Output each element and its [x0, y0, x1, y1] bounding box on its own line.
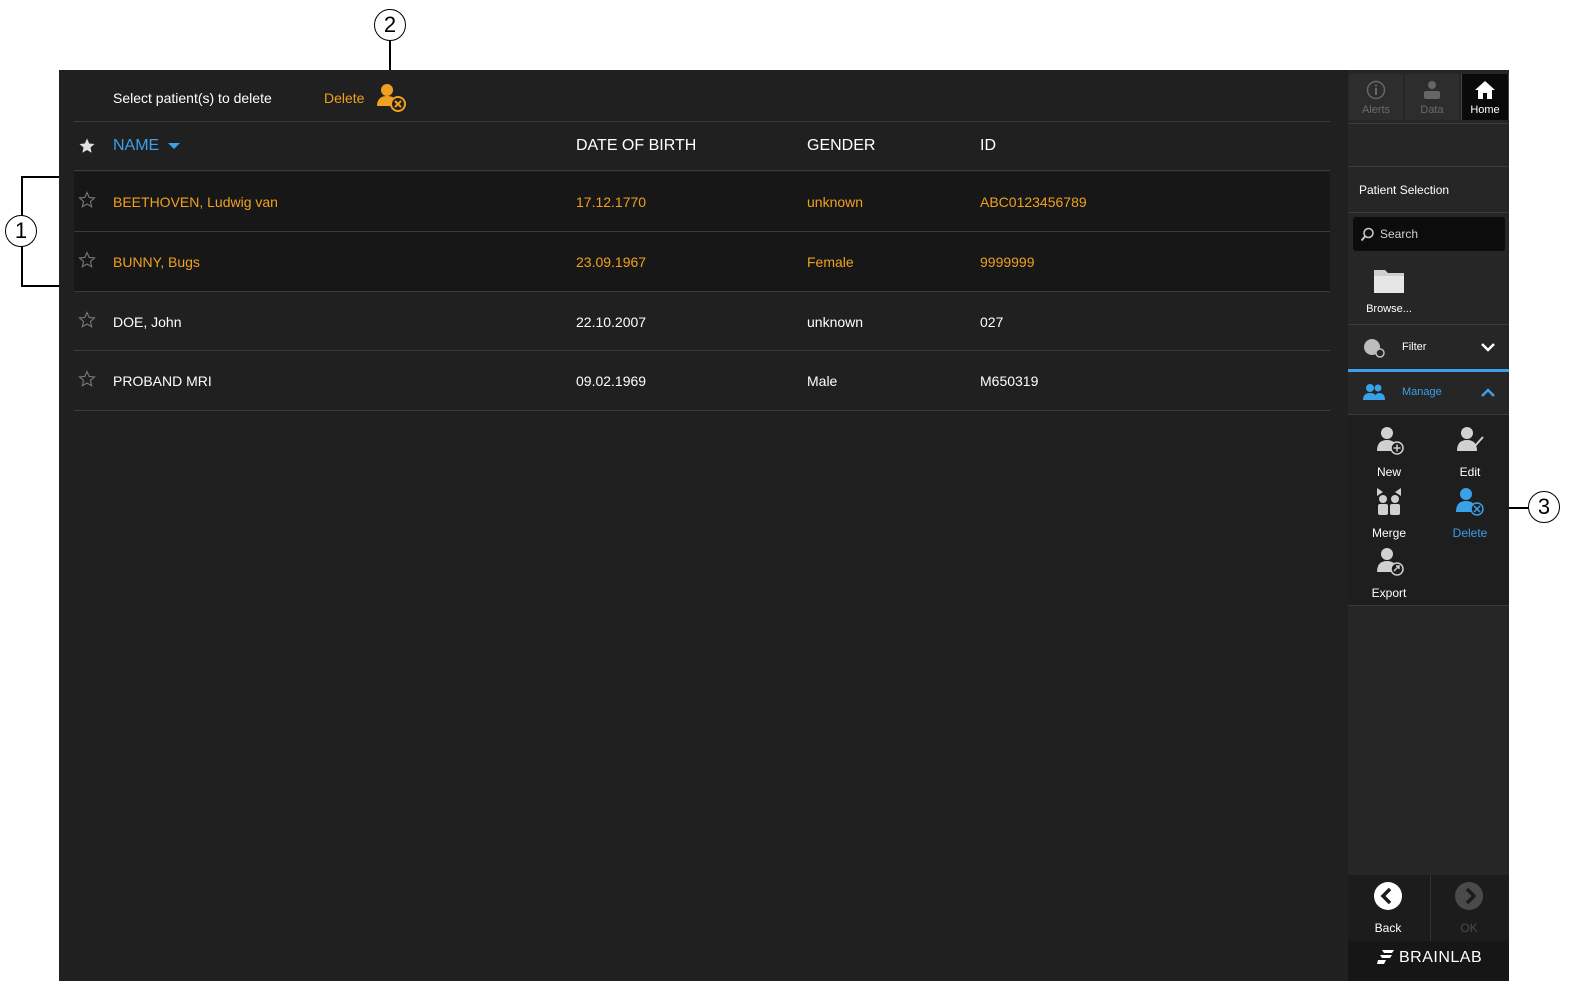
export-patient-button[interactable]: Export	[1359, 546, 1419, 602]
patient-id: M650319	[980, 373, 1039, 389]
favorite-header-star-icon[interactable]	[78, 137, 96, 155]
add-user-icon	[1377, 427, 1404, 455]
application-window: Select patient(s) to delete Delete NAME …	[59, 70, 1509, 981]
favorite-star-icon[interactable]	[78, 251, 96, 269]
panel-divider	[1348, 123, 1509, 124]
table-row[interactable]: BUNNY, Bugs 23.09.1967 Female 9999999	[74, 232, 1330, 291]
tab-data[interactable]: Data	[1405, 74, 1459, 120]
browse-button[interactable]: Browse...	[1359, 264, 1419, 320]
patient-dob: 23.09.1967	[576, 254, 647, 270]
patient-gender: Female	[807, 254, 854, 270]
export-label: Export	[1371, 586, 1407, 600]
delete-label: Delete	[1452, 526, 1488, 540]
patient-id: 027	[980, 314, 1004, 330]
folder-icon	[1374, 270, 1404, 293]
table-row[interactable]: BEETHOVEN, Ludwig van 17.12.1770 unknown…	[74, 172, 1330, 231]
filter-label: Filter	[1402, 341, 1427, 353]
chevron-up-icon	[1481, 388, 1495, 397]
right-side-panel: Alerts Data Home Patient Selection Searc…	[1348, 70, 1509, 981]
edit-user-icon	[1457, 427, 1484, 451]
edit-patient-button[interactable]: Edit	[1440, 425, 1500, 481]
patient-data-icon	[1424, 81, 1440, 99]
browse-label: Browse...	[1366, 303, 1412, 315]
header-divider	[74, 170, 1330, 171]
patient-dob: 22.10.2007	[576, 314, 647, 330]
ok-label: OK	[1460, 921, 1478, 935]
patient-gender: unknown	[807, 194, 864, 210]
home-icon	[1475, 81, 1495, 99]
nav-divider	[1430, 875, 1431, 941]
patient-dob: 09.02.1969	[576, 373, 647, 389]
column-header-id[interactable]: ID	[980, 137, 996, 155]
chevron-down-icon	[1481, 343, 1495, 352]
column-header-dob[interactable]: DATE OF BIRTH	[576, 137, 696, 155]
delete-user-icon	[1456, 488, 1484, 516]
patient-dob: 17.12.1770	[576, 194, 647, 210]
favorite-star-icon[interactable]	[78, 191, 96, 209]
favorite-star-icon[interactable]	[78, 370, 96, 388]
back-arrow-icon	[1374, 882, 1402, 910]
toolbar-divider	[74, 121, 1330, 122]
callout-3: 3	[1528, 491, 1560, 523]
patient-list-area: Select patient(s) to delete Delete NAME …	[59, 70, 1347, 981]
manage-users-icon	[1363, 384, 1385, 400]
patient-name: BEETHOVEN, Ludwig van	[113, 194, 278, 210]
back-button[interactable]: Back	[1358, 881, 1418, 937]
tab-alerts[interactable]: Alerts	[1349, 74, 1403, 120]
filter-section-toggle[interactable]: Filter	[1348, 326, 1509, 370]
patient-name: BUNNY, Bugs	[113, 254, 200, 270]
manage-section-toggle[interactable]: Manage	[1348, 372, 1509, 414]
brand-footer: BRAINLAB	[1348, 941, 1509, 981]
new-patient-button[interactable]: New	[1359, 425, 1419, 481]
info-icon	[1366, 80, 1386, 100]
table-row[interactable]: DOE, John 22.10.2007 unknown 027	[74, 292, 1330, 351]
search-input[interactable]: Search	[1353, 217, 1505, 251]
merge-users-icon	[1377, 488, 1401, 515]
tab-alerts-label: Alerts	[1361, 104, 1391, 116]
panel-divider	[1348, 166, 1509, 167]
forward-arrow-icon	[1455, 882, 1483, 910]
callout-1: 1	[5, 215, 37, 247]
navigation-footer: Back OK	[1348, 875, 1509, 941]
ok-button[interactable]: OK	[1439, 881, 1499, 937]
delete-instruction: Select patient(s) to delete	[113, 90, 272, 106]
panel-divider	[1348, 605, 1509, 606]
patient-name: PROBAND MRI	[113, 373, 212, 389]
panel-divider	[1348, 324, 1509, 325]
patient-gender: Male	[807, 373, 838, 389]
manage-label: Manage	[1402, 386, 1442, 398]
patient-gender: unknown	[807, 314, 864, 330]
favorite-star-icon[interactable]	[78, 311, 96, 329]
brand-name: BRAINLAB	[1399, 949, 1483, 966]
delete-confirm-button[interactable]: Delete	[324, 90, 364, 106]
patient-id: ABC0123456789	[980, 194, 1087, 210]
merge-patients-button[interactable]: Merge	[1359, 486, 1419, 542]
back-label: Back	[1374, 921, 1402, 935]
merge-label: Merge	[1371, 526, 1406, 540]
tab-home[interactable]: Home	[1461, 74, 1509, 120]
patient-id: 9999999	[980, 254, 1035, 270]
search-icon	[1360, 227, 1374, 242]
sort-descending-icon[interactable]	[167, 142, 181, 150]
filter-icon	[1364, 339, 1385, 358]
export-user-icon	[1377, 548, 1404, 576]
search-placeholder: Search	[1380, 227, 1419, 241]
brainlab-logo-icon	[1377, 950, 1394, 964]
new-label: New	[1376, 465, 1401, 479]
column-header-name[interactable]: NAME	[113, 137, 159, 155]
patient-name: DOE, John	[113, 314, 182, 330]
panel-divider	[1348, 212, 1509, 213]
tab-home-label: Home	[1470, 104, 1500, 116]
column-header-gender[interactable]: GENDER	[807, 137, 875, 155]
delete-user-icon[interactable]	[375, 82, 409, 114]
edit-label: Edit	[1459, 465, 1481, 479]
delete-patient-button[interactable]: Delete	[1440, 486, 1500, 542]
tab-data-label: Data	[1420, 104, 1444, 116]
table-row[interactable]: PROBAND MRI 09.02.1969 Male M650319	[74, 351, 1330, 410]
row-divider	[74, 410, 1330, 411]
section-title: Patient Selection	[1359, 183, 1450, 197]
